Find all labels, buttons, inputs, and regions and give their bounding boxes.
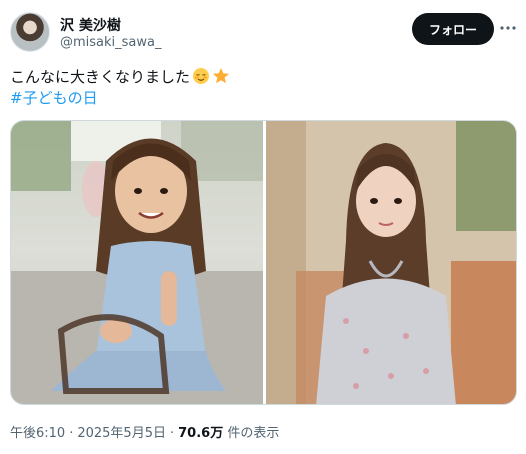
separator-dot: ·: [69, 426, 74, 441]
hashtag-link[interactable]: #子どもの日: [10, 87, 98, 109]
star-emoji: [212, 67, 230, 85]
tweet-meta: 午後6:10 · 2025年5月5日 · 70.6万 件の表示: [10, 422, 279, 441]
tweet-header: 沢 美沙樹 @misaki_sawa_ フォロー: [10, 12, 516, 56]
media-grid: [10, 120, 517, 405]
tweet-text-row: こんなに大きくなりました: [10, 66, 510, 88]
childhood-photo[interactable]: [11, 121, 263, 404]
more-horizontal-icon[interactable]: [498, 18, 518, 38]
author-handle[interactable]: @misaki_sawa_: [60, 35, 162, 50]
tweet-text: こんなに大きくなりました: [10, 68, 191, 86]
post-time[interactable]: 午後6:10: [10, 426, 65, 441]
follow-button[interactable]: フォロー: [412, 13, 494, 45]
avatar[interactable]: [10, 12, 50, 52]
separator-dot: ·: [169, 426, 175, 441]
views-count: 70.6万: [178, 426, 224, 441]
relieved-face-emoji: [192, 67, 210, 85]
post-date[interactable]: 2025年5月5日: [77, 426, 166, 441]
current-photo[interactable]: [266, 121, 516, 404]
views-label: 件の表示: [227, 426, 280, 441]
author-name[interactable]: 沢 美沙樹: [60, 15, 121, 35]
